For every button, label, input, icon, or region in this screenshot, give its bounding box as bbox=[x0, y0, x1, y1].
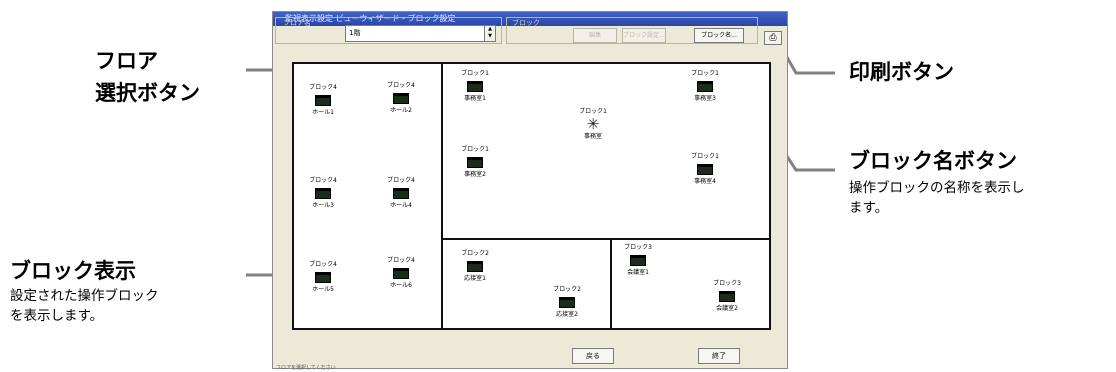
unit-block-label: ブロック4 bbox=[309, 261, 337, 268]
edit-button[interactable]: 編集 bbox=[573, 28, 617, 43]
block-settings-button[interactable]: ブロック設定... bbox=[622, 28, 666, 43]
floor-select-callout-line2: 選択ボタン bbox=[95, 81, 200, 105]
block-name-button[interactable]: ブロック名... bbox=[694, 28, 744, 43]
unit-tile[interactable]: ブロック4 ホール2 bbox=[373, 82, 429, 115]
unit-tile[interactable]: ブロック1 事務室3 bbox=[677, 70, 733, 103]
floor-select-dropdown[interactable]: 1階 bbox=[345, 25, 493, 42]
unit-block-label: ブロック1 bbox=[461, 70, 489, 77]
back-button[interactable]: 戻る bbox=[572, 348, 614, 364]
unit-tile[interactable]: ブロック1 事務室2 bbox=[447, 146, 503, 179]
unit-name: 事務室3 bbox=[694, 95, 716, 102]
unit-name: ホール4 bbox=[390, 202, 412, 209]
unit-block-label: ブロック1 bbox=[461, 146, 489, 153]
unit-tile[interactable]: ブロック1 事務室4 bbox=[677, 153, 733, 186]
unit-block-label: ブロック4 bbox=[309, 84, 337, 91]
unit-block-label: ブロック2 bbox=[461, 250, 489, 257]
exit-button[interactable]: 終了 bbox=[698, 348, 740, 364]
print-button[interactable]: ⎙ bbox=[764, 31, 782, 45]
unit-block-label: ブロック3 bbox=[713, 280, 741, 287]
block-group-label: ブロック bbox=[512, 19, 540, 27]
block-name-callout-desc: 操作ブロックの名称を表示し ます。 bbox=[849, 180, 1025, 216]
indoor-unit-icon bbox=[697, 81, 713, 92]
print-callout-title: 印刷ボタン bbox=[849, 60, 954, 84]
unit-block-label: ブロック1 bbox=[691, 70, 719, 77]
indoor-unit-icon bbox=[467, 157, 483, 168]
unit-block-label: ブロック4 bbox=[387, 257, 415, 264]
indoor-unit-icon bbox=[315, 272, 331, 283]
ventilation-fan-icon: ✳ bbox=[586, 115, 600, 133]
unit-tile[interactable]: ブロック2 応接室1 bbox=[447, 250, 503, 283]
floor-select-callout-line1: フロア bbox=[95, 49, 158, 73]
unit-tile[interactable]: ブロック1 事務室1 bbox=[447, 70, 503, 103]
unit-name: 事務室2 bbox=[464, 171, 486, 178]
status-bar-text: フロアを選択してください bbox=[276, 365, 336, 371]
printer-icon: ⎙ bbox=[769, 33, 777, 43]
unit-block-label: ブロック1 bbox=[691, 153, 719, 160]
floor-spin-buttons[interactable]: ▲ ▼ bbox=[484, 25, 496, 42]
block-display-callout-desc: 設定された操作ブロック を表示します。 bbox=[10, 288, 159, 324]
floor-group-label: フロア名 bbox=[283, 19, 311, 27]
unit-tile[interactable]: ブロック4 ホール4 bbox=[373, 177, 429, 210]
unit-block-label: ブロック2 bbox=[553, 286, 581, 293]
unit-name: 応接室2 bbox=[556, 311, 578, 318]
indoor-unit-icon bbox=[393, 93, 409, 104]
unit-name: 会議室1 bbox=[627, 269, 649, 276]
unit-block-label: ブロック4 bbox=[387, 82, 415, 89]
unit-block-label: ブロック4 bbox=[309, 177, 337, 184]
unit-tile[interactable]: ブロック3 会議室2 bbox=[699, 280, 755, 313]
indoor-unit-icon bbox=[393, 268, 409, 279]
unit-block-label: ブロック4 bbox=[387, 177, 415, 184]
unit-name: ホール5 bbox=[312, 286, 334, 293]
unit-name: 応接室1 bbox=[464, 275, 486, 282]
indoor-unit-icon bbox=[697, 164, 713, 175]
unit-tile[interactable]: ブロック4 ホール3 bbox=[295, 177, 351, 210]
block-divider bbox=[441, 62, 443, 330]
block-name-callout-title: ブロック名ボタン bbox=[849, 149, 1017, 173]
block-divider bbox=[441, 238, 771, 240]
unit-tile[interactable]: ブロック4 ホール6 bbox=[373, 257, 429, 290]
indoor-unit-icon bbox=[467, 261, 483, 272]
unit-name: 会議室2 bbox=[716, 305, 738, 312]
unit-tile[interactable]: ブロック1 ✳ 事務室 bbox=[565, 108, 621, 141]
unit-name: 事務室 bbox=[583, 133, 602, 140]
block-display-callout-title: ブロック表示 bbox=[10, 259, 136, 283]
unit-name: ホール2 bbox=[390, 107, 412, 114]
unit-block-label: ブロック3 bbox=[624, 244, 652, 251]
indoor-unit-icon bbox=[559, 297, 575, 308]
unit-name: 事務室4 bbox=[694, 178, 716, 185]
unit-tile[interactable]: ブロック2 応接室2 bbox=[539, 286, 595, 319]
indoor-unit-icon bbox=[315, 95, 331, 106]
indoor-unit-icon bbox=[630, 255, 646, 266]
unit-name: 事務室1 bbox=[464, 95, 486, 102]
indoor-unit-icon bbox=[315, 188, 331, 199]
unit-name: ホール1 bbox=[312, 109, 334, 116]
indoor-unit-icon bbox=[719, 291, 735, 302]
unit-tile[interactable]: ブロック4 ホール1 bbox=[295, 84, 351, 117]
indoor-unit-icon bbox=[393, 188, 409, 199]
unit-name: ホール6 bbox=[390, 282, 412, 289]
unit-tile[interactable]: ブロック4 ホール5 bbox=[295, 261, 351, 294]
unit-name: ホール3 bbox=[312, 202, 334, 209]
unit-tile[interactable]: ブロック3 会議室1 bbox=[610, 244, 666, 277]
indoor-unit-icon bbox=[467, 81, 483, 92]
